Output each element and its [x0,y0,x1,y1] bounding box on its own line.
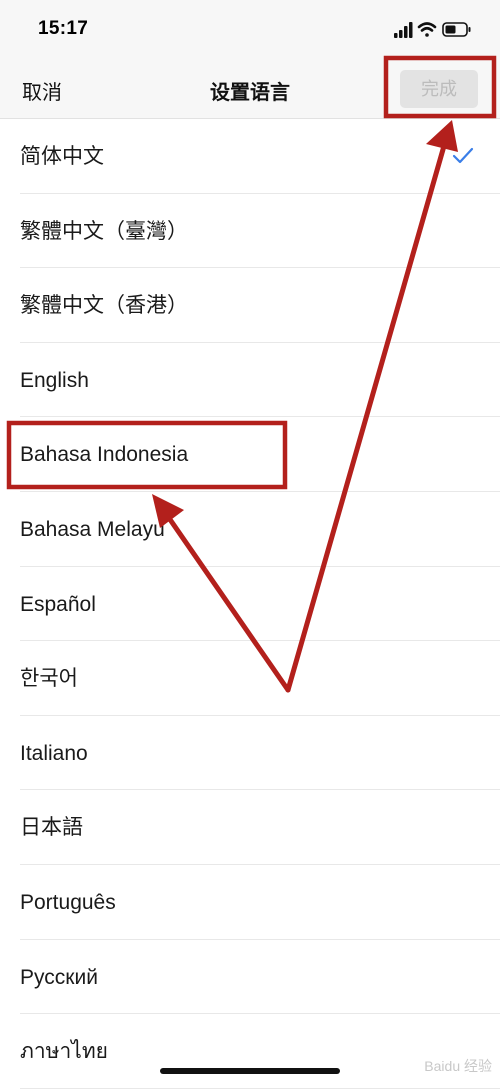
language-item-italiano[interactable]: Italiano [20,716,500,791]
wifi-icon [417,22,437,37]
status-time: 15:17 [38,18,89,39]
home-indicator [160,1068,340,1074]
cancel-button[interactable]: 取消 [22,76,62,105]
language-item-espanol[interactable]: Español [20,567,500,642]
language-label: 简体中文 [20,145,104,168]
language-label: 한국어 [20,667,78,691]
language-item-simplified-chinese[interactable]: 简体中文 [20,119,500,194]
language-list: 简体中文 繁體中文（臺灣） 繁體中文（香港） English Bahasa In… [0,119,500,1089]
language-label: Español [20,592,96,616]
battery-icon [442,22,471,37]
language-item-korean[interactable]: 한국어 [20,641,500,716]
signal-icon [394,22,413,38]
language-label: 日本語 [20,816,83,840]
language-item-english[interactable]: English [20,343,500,418]
language-item-traditional-chinese-hongkong[interactable]: 繁體中文（香港） [20,268,500,343]
language-item-japanese[interactable]: 日本語 [20,790,500,865]
language-label: ภาษาไทย [20,1040,108,1064]
checkmark-icon [452,147,474,164]
language-item-thai[interactable]: ภาษาไทย [20,1014,500,1089]
language-item-portugues[interactable]: Português [20,865,500,940]
language-label: Italiano [20,741,88,765]
status-bar: 15:17 [0,0,500,62]
language-item-traditional-chinese-taiwan[interactable]: 繁體中文（臺灣） [20,194,500,269]
nav-bar: 取消 设置语言 完成 [0,62,500,119]
done-button[interactable]: 完成 [400,70,478,108]
language-item-russian[interactable]: Русский [20,940,500,1015]
watermark: Baidu 经验 [424,1058,492,1074]
language-label: Português [20,890,116,914]
status-icons [394,22,471,38]
language-label: Bahasa Indonesia [20,443,189,467]
language-item-bahasa-indonesia[interactable]: Bahasa Indonesia [20,417,500,492]
language-label: Русский [20,965,98,989]
language-label: 繁體中文（香港） [20,294,188,318]
language-label: English [20,368,89,392]
language-item-bahasa-melayu[interactable]: Bahasa Melayu [20,492,500,567]
language-label: Bahasa Melayu [20,517,165,541]
language-label: 繁體中文（臺灣） [20,219,188,243]
